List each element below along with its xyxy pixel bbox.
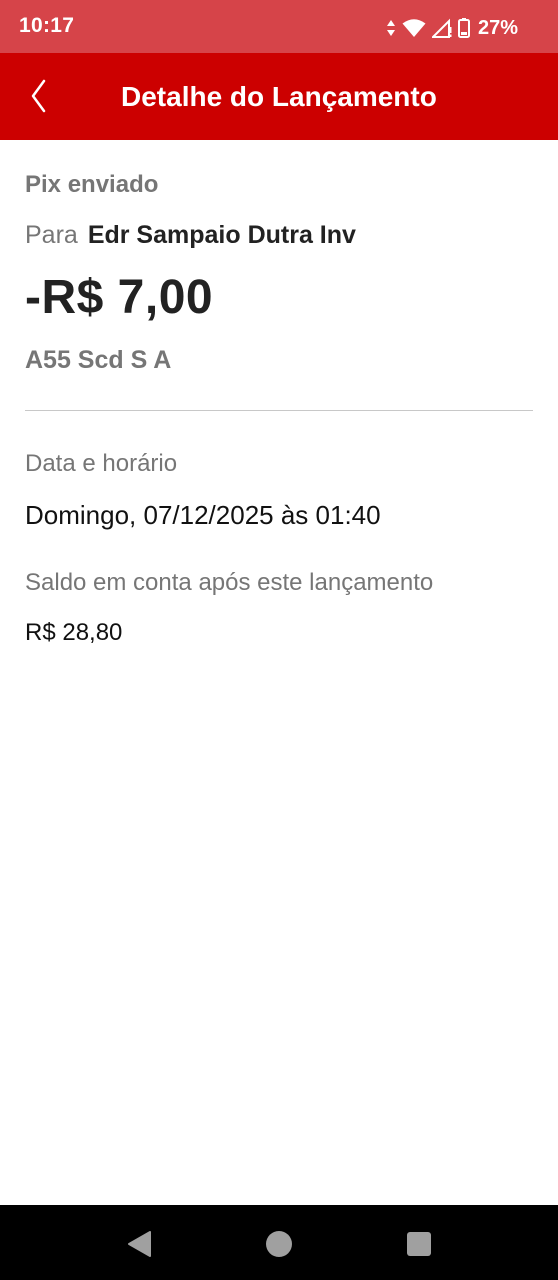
nav-back-icon — [126, 1231, 154, 1262]
status-icons: 27% — [386, 14, 518, 42]
data-arrows-icon — [386, 19, 396, 37]
datetime-label: Data e horário — [25, 450, 178, 477]
back-button[interactable] — [24, 75, 64, 119]
page-title: Detalhe do Lançamento — [121, 81, 437, 112]
nav-recents-button[interactable] — [405, 1230, 433, 1258]
datetime-value: Domingo, 07/12/2025 às 01:40 — [25, 500, 381, 530]
chevron-left-icon — [24, 79, 64, 123]
transaction-type: Pix enviado — [25, 171, 159, 198]
nav-back-button[interactable] — [126, 1230, 154, 1258]
battery-icon — [457, 18, 470, 38]
balance-value: R$ 28,80 — [25, 619, 123, 646]
divider — [25, 410, 533, 411]
recipient-row: Para Edr Sampaio Dutra Inv — [25, 221, 356, 250]
signal-icon — [431, 18, 452, 38]
nav-home-button[interactable] — [265, 1230, 293, 1258]
nav-recents-icon — [405, 1232, 433, 1262]
app-header: Detalhe do Lançamento — [0, 53, 558, 140]
battery-percentage: 27% — [477, 16, 518, 39]
wifi-icon — [402, 18, 426, 38]
navigation-bar — [0, 1205, 558, 1280]
balance-label: Saldo em conta após este lançamento — [25, 569, 434, 596]
nav-home-icon — [265, 1231, 293, 1262]
recipient-name: Edr Sampaio Dutra Inv — [87, 221, 356, 249]
screen: 10:17 27% Detalhe do Lançamento Pix envi… — [0, 0, 558, 1280]
recipient-institution: A55 Scd S A — [25, 346, 172, 374]
status-bar: 10:17 27% — [0, 0, 558, 53]
recipient-prefix: Para — [25, 221, 78, 249]
transaction-amount: -R$ 7,00 — [25, 271, 214, 324]
status-time: 10:17 — [19, 14, 75, 37]
